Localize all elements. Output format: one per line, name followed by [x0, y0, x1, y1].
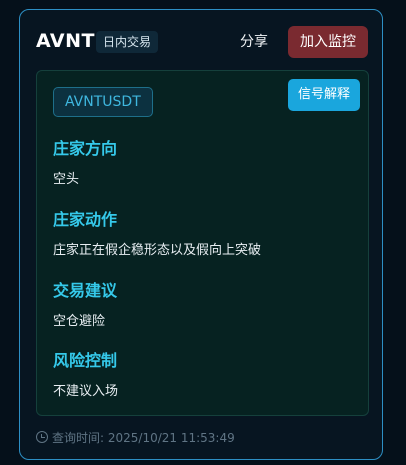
section-text-risk: 不建议入场: [53, 384, 119, 399]
clock-icon: [36, 431, 48, 443]
signal-card: AVNT 日内交易 分享 加入监控 AVNTUSDT 信号解释 庄家方向 空头 …: [19, 9, 383, 460]
pair-badge: AVNTUSDT: [53, 87, 153, 117]
add-monitor-button[interactable]: 加入监控: [288, 26, 368, 58]
query-time-footer: 查询时间: 2025/10/21 11:53:49: [36, 429, 235, 447]
card-header: AVNT 日内交易 分享 加入监控: [36, 26, 368, 58]
trade-type-tag: 日内交易: [96, 31, 159, 53]
section-title-direction: 庄家方向: [53, 139, 118, 158]
section-title-advice: 交易建议: [53, 281, 118, 300]
section-text-direction: 空头: [53, 172, 80, 187]
share-button[interactable]: 分享: [240, 30, 268, 54]
section-title-risk: 风险控制: [53, 351, 118, 370]
section-title-action: 庄家动作: [53, 210, 118, 229]
section-text-action: 庄家正在假企稳形态以及假向上突破: [53, 243, 262, 258]
signal-panel: AVNTUSDT 信号解释 庄家方向 空头 庄家动作 庄家正在假企稳形态以及假向…: [36, 70, 369, 416]
section-text-advice: 空仓避险: [53, 314, 106, 329]
query-time-text: 查询时间: 2025/10/21 11:53:49: [52, 431, 235, 445]
symbol-title: AVNT: [36, 30, 95, 52]
signal-explain-button[interactable]: 信号解释: [288, 79, 360, 111]
